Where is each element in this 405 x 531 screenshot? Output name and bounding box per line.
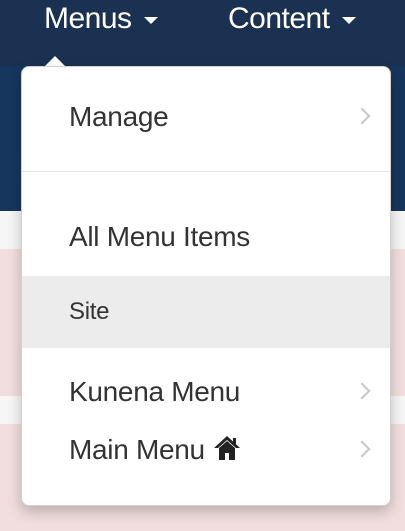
menus-dropdown: Manage All Menu Items Site Kunena Menu M… bbox=[21, 66, 391, 506]
chevron-right-icon bbox=[353, 382, 371, 400]
menu-item-label: All Menu Items bbox=[69, 221, 250, 252]
nav-content-label: Content bbox=[228, 2, 330, 35]
menu-item-label: Site bbox=[69, 298, 110, 325]
nav-menus[interactable]: Menus bbox=[44, 0, 158, 38]
menu-item-main-menu[interactable]: Main Menu bbox=[22, 414, 390, 486]
nav-content[interactable]: Content bbox=[228, 0, 356, 38]
chevron-right-icon bbox=[353, 107, 371, 125]
menu-item-label: Manage bbox=[69, 101, 169, 132]
menu-item-all-menu-items[interactable]: All Menu Items bbox=[22, 201, 390, 273]
menu-divider bbox=[22, 171, 390, 172]
home-icon bbox=[213, 436, 240, 460]
menu-item-label: Kunena Menu bbox=[69, 376, 241, 407]
caret-down-icon bbox=[341, 16, 356, 24]
menu-item-manage[interactable]: Manage bbox=[22, 81, 390, 153]
nav-menus-label: Menus bbox=[44, 2, 132, 35]
menu-item-site[interactable]: Site bbox=[22, 276, 390, 348]
screen: Menus Content Manage All Menu Items Site… bbox=[0, 0, 405, 531]
menu-item-label: Main Menu bbox=[69, 434, 205, 465]
caret-down-icon bbox=[143, 16, 158, 24]
chevron-right-icon bbox=[353, 440, 371, 458]
